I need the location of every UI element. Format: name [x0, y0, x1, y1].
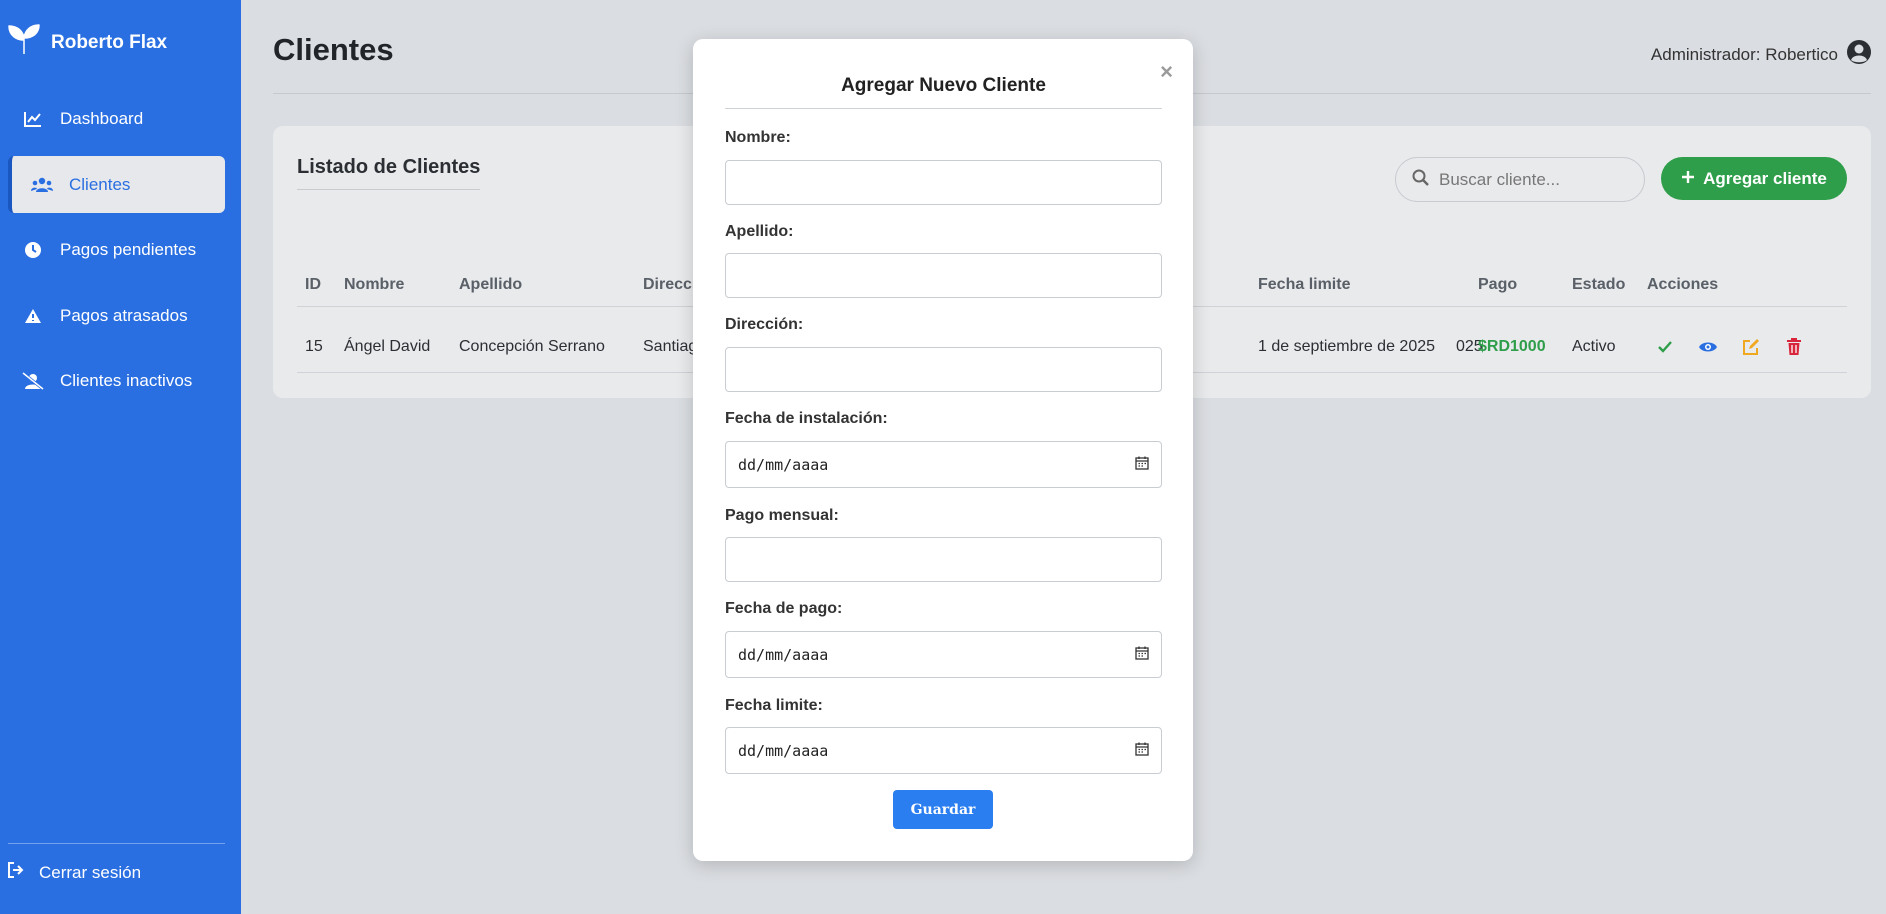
col-fecha-limite: Fecha limite	[1258, 276, 1351, 293]
fecha-limite-label: Fecha limite:	[725, 697, 823, 714]
calendar-icon[interactable]	[1135, 742, 1149, 760]
sign-out-icon	[7, 862, 25, 883]
add-client-button[interactable]: Agregar cliente	[1661, 157, 1847, 200]
modal-title: Agregar Nuevo Cliente	[725, 75, 1162, 109]
col-id: ID	[305, 276, 321, 293]
sidebar-item-label: Dashboard	[60, 108, 144, 128]
sidebar-item-label: Pagos pendientes	[60, 239, 197, 259]
apellido-label: Apellido:	[725, 223, 794, 240]
sidebar-item-label: Pagos atrasados	[60, 305, 188, 325]
date-placeholder: dd/mm/aaaa	[738, 455, 829, 474]
date-placeholder: dd/mm/aaaa	[738, 741, 829, 760]
sidebar: Roberto Flax Dashboard Clientes Pagos pe…	[0, 0, 241, 914]
trash-icon[interactable]	[1783, 336, 1805, 358]
calendar-icon[interactable]	[1135, 456, 1149, 474]
leaf-logo-icon	[7, 24, 41, 61]
cell-nombre: Ángel David	[344, 338, 431, 355]
check-icon[interactable]	[1654, 336, 1676, 358]
col-apellido: Apellido	[459, 276, 523, 293]
brand-name: Roberto Flax	[51, 31, 168, 53]
fecha-instalacion-input[interactable]: dd/mm/aaaa	[725, 441, 1162, 488]
cell-id: 15	[305, 338, 323, 355]
eye-icon[interactable]	[1697, 336, 1719, 358]
sidebar-item-pagos-pendientes[interactable]: Pagos pendientes	[8, 221, 225, 278]
brand[interactable]: Roberto Flax	[7, 24, 167, 61]
sidebar-item-clientes[interactable]: Clientes	[8, 156, 225, 213]
user-circle-icon	[1846, 39, 1872, 70]
sidebar-item-clientes-inactivos[interactable]: Clientes inactivos	[8, 352, 225, 409]
col-estado: Estado	[1572, 276, 1626, 293]
cell-pago: $RD1000	[1478, 338, 1546, 355]
add-client-modal: × Agregar Nuevo Cliente Nombre: Apellido…	[693, 39, 1193, 861]
logout-label: Cerrar sesión	[39, 862, 142, 882]
fecha-pago-input[interactable]: dd/mm/aaaa	[725, 631, 1162, 678]
fecha-pago-label: Fecha de pago:	[725, 600, 843, 617]
search-box[interactable]	[1395, 157, 1645, 202]
cell-direccion: Santiag	[643, 338, 698, 355]
plus-icon	[1681, 169, 1695, 189]
page-title: Clientes	[273, 32, 394, 67]
nombre-input[interactable]	[725, 160, 1162, 205]
col-nombre: Nombre	[344, 276, 405, 293]
sidebar-item-dashboard[interactable]: Dashboard	[8, 90, 225, 147]
clock-icon	[22, 239, 44, 261]
sidebar-item-pagos-atrasados[interactable]: Pagos atrasados	[8, 287, 225, 344]
cell-apellido: Concepción Serrano	[459, 338, 605, 355]
edit-icon[interactable]	[1740, 336, 1762, 358]
sidebar-divider	[8, 843, 225, 844]
date-placeholder: dd/mm/aaaa	[738, 645, 829, 664]
users-icon	[31, 174, 53, 196]
nombre-label: Nombre:	[725, 129, 791, 146]
pago-mensual-label: Pago mensual:	[725, 507, 839, 524]
fecha-instalacion-label: Fecha de instalación:	[725, 410, 888, 427]
save-button[interactable]: Guardar	[893, 790, 993, 829]
logout-button[interactable]: Cerrar sesión	[7, 862, 141, 883]
cell-fecha-limite: 1 de septiembre de 2025	[1258, 338, 1436, 355]
pago-mensual-input[interactable]	[725, 537, 1162, 582]
chart-line-icon	[22, 108, 44, 130]
add-client-label: Agregar cliente	[1703, 168, 1827, 188]
sidebar-item-label: Clientes inactivos	[60, 370, 193, 390]
admin-label: Administrador: Robertico	[1650, 44, 1838, 64]
close-icon[interactable]: ×	[1160, 59, 1173, 85]
col-pago: Pago	[1478, 276, 1518, 293]
search-icon	[1412, 169, 1429, 191]
sidebar-item-label: Clientes	[69, 174, 131, 194]
user-slash-icon	[22, 370, 44, 392]
direccion-input[interactable]	[725, 347, 1162, 392]
search-input[interactable]	[1439, 169, 1629, 190]
col-acciones: Acciones	[1647, 276, 1719, 293]
apellido-input[interactable]	[725, 253, 1162, 298]
direccion-label: Dirección:	[725, 316, 804, 333]
admin-info[interactable]: Administrador: Robertico	[1651, 39, 1872, 70]
cell-estado: Activo	[1572, 338, 1616, 355]
calendar-icon[interactable]	[1135, 646, 1149, 664]
col-direccion: Direcci	[643, 276, 697, 293]
fecha-limite-input[interactable]: dd/mm/aaaa	[725, 727, 1162, 774]
card-title: Listado de Clientes	[297, 156, 481, 190]
warning-icon	[22, 305, 44, 327]
